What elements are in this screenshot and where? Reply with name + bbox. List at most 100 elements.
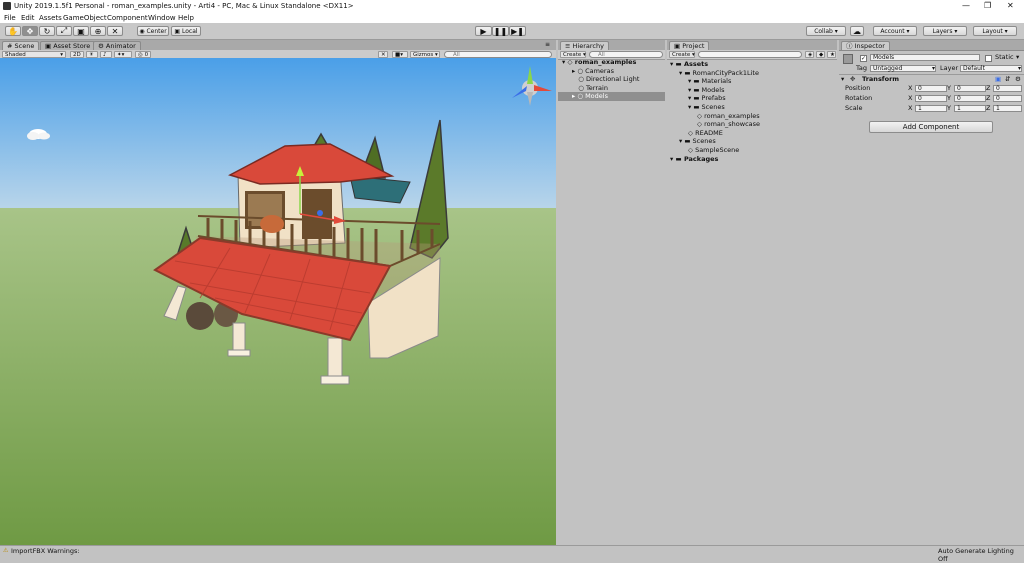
tab-animator[interactable]: ⚙ Animator (93, 41, 141, 50)
layers-label: Layers (932, 27, 953, 35)
minimize-icon[interactable]: — (962, 1, 970, 10)
transform-foldout-icon[interactable]: ▾ (841, 75, 844, 84)
hierarchy-search-input[interactable]: All (589, 51, 663, 58)
custom-tool-icon[interactable]: ✕ (107, 26, 123, 36)
project-item[interactable]: ▾ ▬ Packages (670, 155, 718, 164)
toggle-2d-button[interactable]: 2D (70, 51, 84, 58)
transform-row-label: Scale (845, 104, 863, 112)
tag-label: Tag (856, 64, 868, 72)
layers-dropdown[interactable]: Layers ▾ (923, 26, 967, 36)
shading-mode-dropdown[interactable]: Shaded ▾ (2, 51, 66, 58)
scene-search-input[interactable]: All (444, 51, 552, 58)
transform-tool-icon[interactable]: ⊕ (90, 26, 106, 36)
main-toolbar: ✋ ✥ ↻ ⤢ ▣ ⊕ ✕ ◉ Center ▣ Local ▶ ❚❚ ▶❚ C… (0, 23, 1024, 40)
cloud-icon[interactable]: ☁ (850, 26, 864, 36)
tab-project[interactable]: ▣ Project (669, 41, 710, 50)
project-item-label: README (695, 128, 723, 137)
menu-file[interactable]: File (4, 14, 16, 22)
transform-header[interactable]: Transform (862, 75, 899, 84)
menu-help[interactable]: Help (178, 14, 194, 22)
status-message[interactable]: ImportFBX Warnings: (11, 547, 80, 555)
scale-tool-icon[interactable]: ⤢ (56, 26, 72, 36)
project-create-button[interactable]: Create ▾ (669, 51, 695, 58)
tag-dropdown[interactable]: Untagged ▾ (870, 65, 936, 72)
tab-hierarchy[interactable]: ≡ Hierarchy (560, 41, 609, 50)
static-checkbox[interactable] (985, 55, 992, 62)
tab-asset-store[interactable]: ▣ Asset Store (40, 41, 96, 50)
layout-dropdown[interactable]: Layout ▾ (973, 26, 1017, 36)
project-toolbar: Create ▾ ◈ ◆ ★ (667, 50, 837, 60)
transform-x-field[interactable]: 1 (915, 105, 947, 112)
tab-animator-label: Animator (105, 42, 136, 50)
collab-button[interactable]: Collab ▾ (806, 26, 846, 36)
object-name-field[interactable]: Models (870, 54, 980, 61)
status-bar: ⚠ ImportFBX Warnings: Auto Generate Ligh… (0, 545, 1024, 563)
hierarchy-create-button[interactable]: Create ▾ (560, 51, 586, 58)
hierarchy-scene-row[interactable]: ▾ ◇ roman_examples (562, 58, 663, 67)
hierarchy-item-models[interactable]: ▸ ○ Models (558, 92, 665, 101)
folder-icon: ▾ ▬ (688, 94, 702, 103)
close-icon[interactable]: ✕ (1007, 1, 1014, 10)
lighting-toggle-icon[interactable]: ☀ (86, 51, 98, 58)
tools-icon[interactable]: ✕ (378, 51, 388, 58)
project-item-label: Packages (683, 154, 719, 163)
transform-x-field[interactable]: 0 (915, 95, 947, 102)
add-component-button[interactable]: Add Component (869, 121, 993, 133)
filter-label-icon[interactable]: ◆ (816, 51, 825, 58)
gizmos-dropdown[interactable]: Gizmos ▾ (410, 51, 440, 58)
inspector-panel: ⓘ Inspector ✓ Models Static ▾ Tag Untagg… (839, 40, 1024, 545)
hierarchy-item-directional-light[interactable]: ○ Directional Light (572, 75, 639, 84)
pause-button[interactable]: ❚❚ (492, 26, 509, 36)
transform-x-field[interactable]: 0 (915, 85, 947, 92)
scene-render[interactable] (0, 58, 556, 545)
axis-y-label: Y (947, 94, 951, 102)
component-gear-icon[interactable]: ⚙ (1015, 75, 1021, 84)
active-checkbox[interactable]: ✓ (860, 55, 867, 62)
step-button[interactable]: ▶❚ (509, 26, 526, 36)
pivot-local-button[interactable]: ▣ Local (171, 26, 201, 36)
project-search-input[interactable] (698, 51, 802, 58)
menu-component[interactable]: Component (107, 14, 148, 22)
scene-viewport[interactable] (0, 58, 556, 545)
warning-icon: ⚠ (3, 547, 9, 554)
layer-dropdown[interactable]: Default ▾ (960, 65, 1022, 72)
transform-z-field[interactable]: 0 (993, 85, 1022, 92)
menu-edit[interactable]: Edit (21, 14, 35, 22)
project-item-label: roman_examples (704, 111, 760, 120)
transform-y-field[interactable]: 1 (954, 105, 986, 112)
hierarchy-scene-name: roman_examples (574, 58, 637, 66)
preset-icon[interactable]: ⇵ (1005, 75, 1010, 84)
transform-z-field[interactable]: 1 (993, 105, 1022, 112)
transform-icon: ✥ (850, 75, 856, 83)
audio-toggle-icon[interactable]: ♪ (100, 51, 112, 58)
tab-scene[interactable]: # Scene (2, 41, 40, 50)
menu-window[interactable]: Window (148, 14, 176, 22)
play-button[interactable]: ▶ (475, 26, 492, 36)
panel-menu-icon[interactable]: ≡ (545, 41, 550, 48)
move-tool-icon[interactable]: ✥ (22, 26, 38, 36)
folder-icon: ▾ ▬ (688, 77, 702, 86)
effects-toggle-icon[interactable]: ✦▾ (114, 51, 132, 58)
filter-type-icon[interactable]: ◈ (805, 51, 814, 58)
favorite-icon[interactable]: ★ (827, 51, 836, 58)
rect-tool-icon[interactable]: ▣ (73, 26, 89, 36)
tab-inspector[interactable]: ⓘ Inspector (841, 41, 890, 50)
hand-tool-icon[interactable]: ✋ (5, 26, 21, 36)
axis-y-label: Y (947, 84, 951, 92)
account-button[interactable]: Account ▾ (873, 26, 917, 36)
camera-dropdown-icon[interactable]: ■▾ (392, 51, 408, 58)
pivot-center-button[interactable]: ◉ Center (137, 26, 169, 36)
menu-gameobject[interactable]: GameObject (63, 14, 107, 22)
maximize-icon[interactable]: ❐ (984, 1, 991, 10)
transform-z-field[interactable]: 0 (993, 95, 1022, 102)
transform-y-field[interactable]: 0 (954, 95, 986, 102)
reference-icon[interactable]: ▣ (995, 75, 1001, 84)
tab-project-label: Project (682, 42, 705, 50)
static-dropdown-icon[interactable]: ▾ (1016, 53, 1019, 62)
hidden-objects-counter[interactable]: ◎ 0 (135, 51, 151, 58)
rotate-tool-icon[interactable]: ↻ (39, 26, 55, 36)
menu-assets[interactable]: Assets (39, 14, 62, 22)
tag-value: Untagged (873, 65, 903, 72)
folder-icon: ▾ ▬ (688, 103, 702, 111)
transform-y-field[interactable]: 0 (954, 85, 986, 92)
